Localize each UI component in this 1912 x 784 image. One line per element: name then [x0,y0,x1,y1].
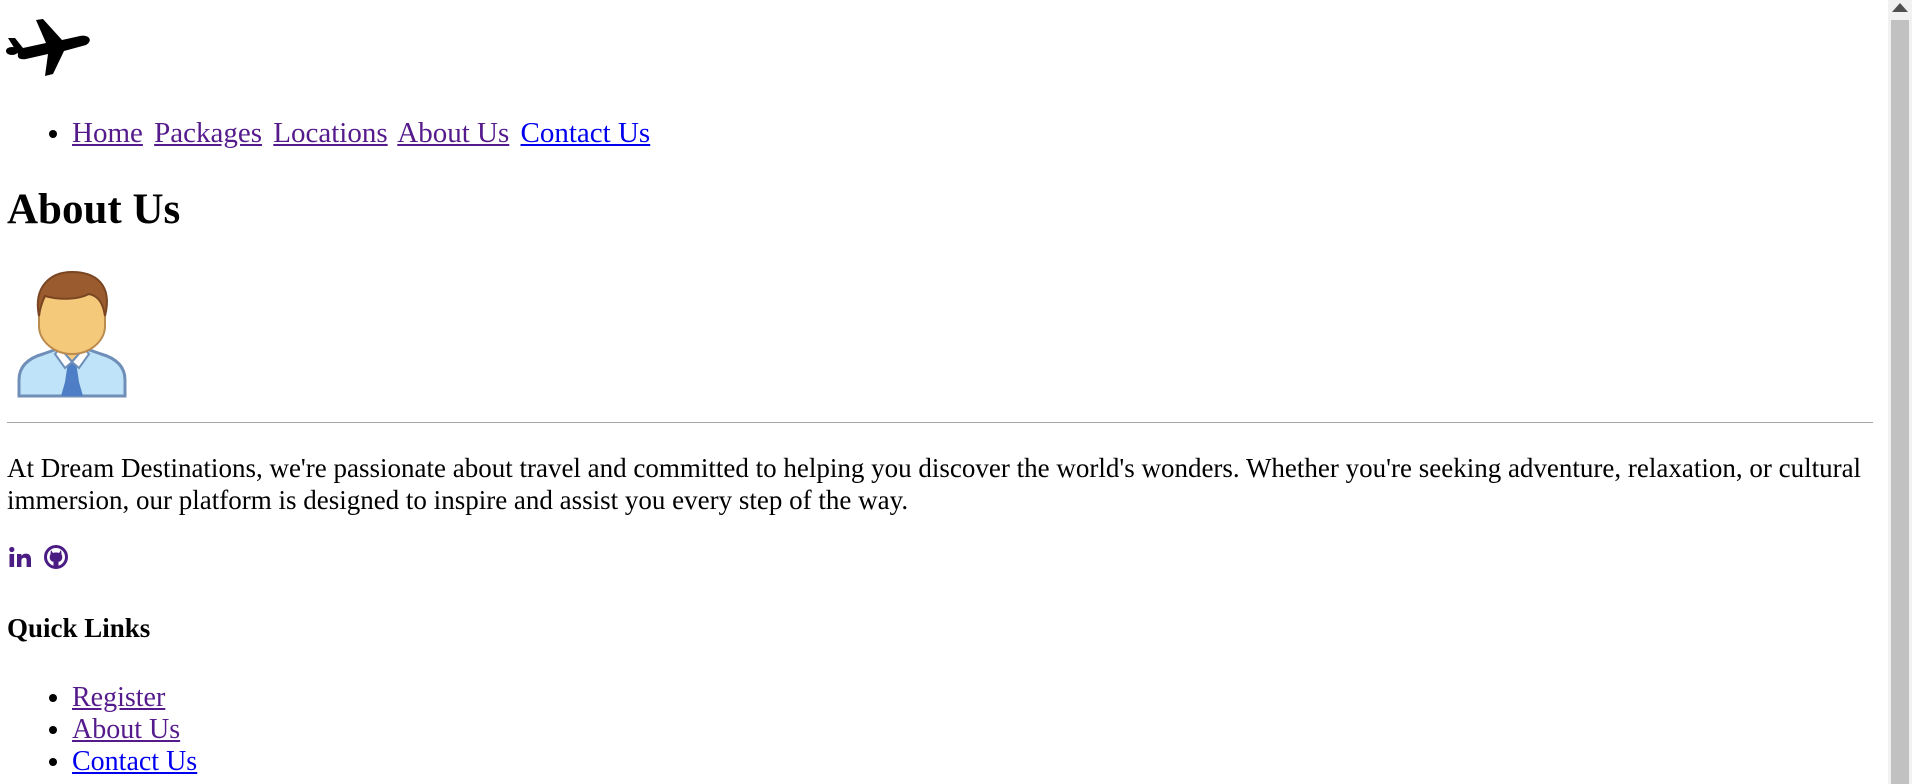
scrollbar-thumb[interactable] [1891,20,1909,784]
vertical-scrollbar[interactable] [1888,0,1912,784]
quick-link-register[interactable]: Register [72,682,165,713]
nav-link-locations[interactable]: Locations [273,117,387,149]
quick-links-heading: Quick Links [7,613,151,643]
github-icon[interactable] [44,544,68,570]
scroll-up-arrow-icon[interactable] [1892,3,1908,12]
nav-link-packages[interactable]: Packages [154,117,262,149]
linkedin-icon[interactable] [8,544,32,570]
about-description: At Dream Destinations, we're passionate … [7,453,1862,515]
quick-links-list: Register About Us Contact Us [0,682,197,778]
quick-link-contact-us[interactable]: Contact Us [72,746,197,777]
social-links [8,544,68,570]
page: Home Packages Locations About Us Contact… [0,0,1888,784]
nav-list-item: Home Packages Locations About Us Contact… [72,116,654,150]
avatar-icon [17,270,127,398]
main-nav: Home Packages Locations About Us Contact… [0,116,654,150]
section-divider [7,422,1873,423]
list-item: About Us [72,714,197,746]
list-item: Register [72,682,197,714]
quick-link-about-us[interactable]: About Us [72,714,180,745]
airplane-logo-icon[interactable] [6,16,90,76]
nav-link-about-us[interactable]: About Us [397,117,509,149]
page-title: About Us [7,186,181,233]
nav-link-home[interactable]: Home [72,117,143,149]
nav-link-contact-us[interactable]: Contact Us [521,117,651,149]
list-item: Contact Us [72,746,197,778]
